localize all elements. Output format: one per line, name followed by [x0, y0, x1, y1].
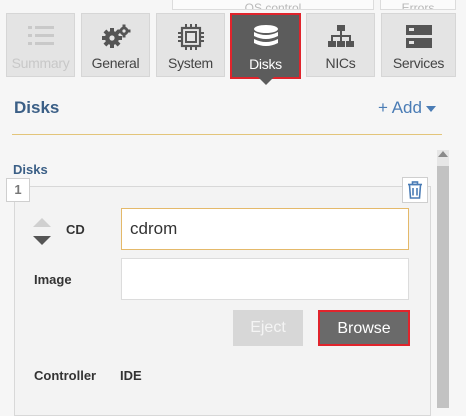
tab-system[interactable]: System [156, 13, 225, 77]
disks-subheading: Disks [13, 162, 48, 177]
disk-type-input[interactable]: cdrom [121, 208, 409, 250]
tab-nics[interactable]: NICs [306, 13, 375, 77]
tab-disks[interactable]: Disks [230, 13, 301, 79]
gears-icon [82, 23, 149, 51]
cpu-chip-icon [157, 23, 224, 51]
section-title: Disks [14, 98, 60, 117]
tab-os-control[interactable]: OS control [172, 0, 374, 10]
tab-nics-label: NICs [325, 55, 356, 71]
active-tab-pointer [258, 77, 274, 85]
tab-general-label: General [91, 55, 140, 71]
chevron-down-icon [425, 105, 436, 112]
checklist-icon [7, 23, 74, 51]
browse-button[interactable]: Browse [318, 310, 410, 346]
tab-os-control-label: OS control [244, 1, 302, 10]
scrollbar-thumb[interactable] [437, 166, 449, 408]
tab-errors-label: Errors [401, 1, 435, 10]
add-disk-button[interactable]: + Add [378, 98, 436, 118]
network-icon [307, 23, 374, 51]
tab-general[interactable]: General [81, 13, 150, 77]
move-up-arrow-icon[interactable] [33, 218, 51, 227]
disk-index-badge: 1 [6, 178, 30, 202]
add-disk-label: + Add [378, 98, 422, 117]
section-divider [12, 134, 442, 135]
tab-system-label: System [168, 55, 213, 71]
image-label: Image [34, 272, 72, 287]
scroll-up-arrow-icon[interactable] [438, 151, 448, 157]
tab-errors[interactable]: Errors [380, 0, 456, 10]
disk-stack-icon [232, 24, 299, 52]
trash-icon [408, 181, 422, 199]
tab-disks-label: Disks [249, 56, 282, 72]
server-icon [382, 23, 455, 51]
tab-summary[interactable]: Summary [6, 13, 75, 77]
tab-summary-label: Summary [11, 55, 70, 71]
image-input[interactable] [121, 258, 409, 300]
disk-type-label: CD [66, 222, 85, 237]
vm-tab-bar: Summary General System Disks NICs Servic… [0, 13, 466, 79]
tab-services-label: Services [392, 55, 445, 71]
eject-button[interactable]: Eject [233, 310, 303, 346]
delete-disk-button[interactable] [402, 177, 428, 203]
controller-value: IDE [120, 368, 142, 383]
move-down-arrow-icon[interactable] [33, 236, 51, 245]
tab-services[interactable]: Services [381, 13, 456, 77]
controller-label: Controller [34, 368, 97, 383]
